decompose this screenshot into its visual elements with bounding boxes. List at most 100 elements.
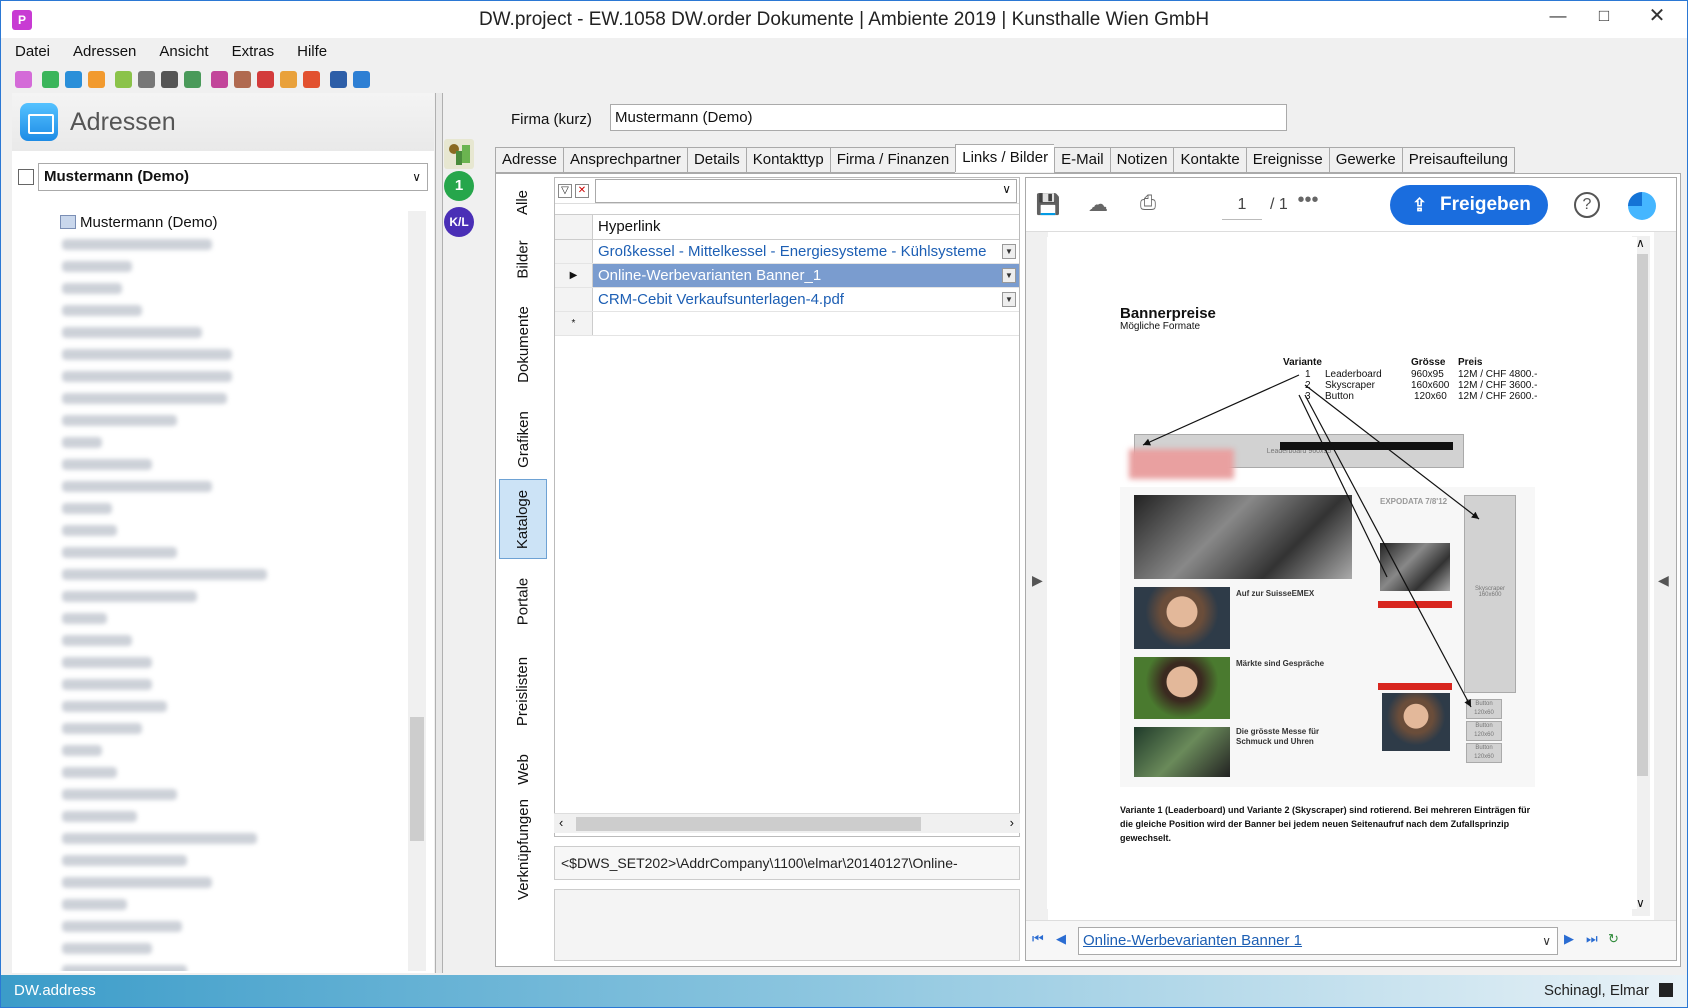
first-file-icon[interactable]: ⏮ <box>1032 931 1044 947</box>
tab-ereignisse[interactable]: Ereignisse <box>1245 147 1329 173</box>
printer-tool-icon[interactable] <box>138 70 155 88</box>
tree-item[interactable] <box>42 343 422 365</box>
scroll-right-icon[interactable]: › <box>1010 815 1014 830</box>
task-tool-icon[interactable] <box>303 70 320 88</box>
hyperlink-cell[interactable]: Online-Werbevarianten Banner_1 <box>598 267 821 284</box>
filter-icon[interactable]: ▽ <box>558 183 572 198</box>
table-row[interactable]: Großkessel - Mittelkessel - Energiesyste… <box>555 240 1019 264</box>
tree-item[interactable] <box>42 673 422 695</box>
panel-splitter[interactable] <box>435 93 443 973</box>
adobe-cloud-icon[interactable] <box>1628 192 1656 220</box>
tab-details[interactable]: Details <box>686 147 746 173</box>
tree-scrollbar[interactable] <box>408 211 426 971</box>
tree-item[interactable] <box>42 409 422 431</box>
tree-item[interactable] <box>42 937 422 959</box>
scroll-left-icon[interactable]: ‹ <box>559 815 563 830</box>
tree-item[interactable] <box>42 739 422 761</box>
new-row[interactable]: * <box>555 312 1019 336</box>
page-number-input[interactable]: 1 <box>1222 190 1262 220</box>
vtab-preislisten[interactable]: Preislisten <box>499 641 547 741</box>
tree-scrollbar-thumb[interactable] <box>410 717 424 841</box>
minimize-button[interactable]: — <box>1535 1 1581 33</box>
next-file-icon[interactable]: ▶ <box>1564 931 1574 947</box>
tab-firma-finanzen[interactable]: Firma / Finanzen <box>829 147 956 173</box>
tree-item[interactable] <box>42 299 422 321</box>
tab-notizen[interactable]: Notizen <box>1109 147 1174 173</box>
left-pane-toggle[interactable]: ▶ <box>1026 232 1048 932</box>
notes-field[interactable] <box>554 889 1020 961</box>
menu-ansicht[interactable]: Ansicht <box>159 40 208 64</box>
tree-item[interactable] <box>42 915 422 937</box>
help-icon[interactable]: ? <box>1574 192 1600 218</box>
save-icon[interactable]: 💾 <box>1034 192 1062 218</box>
tree-item[interactable] <box>42 321 422 343</box>
vtab-portale[interactable]: Portale <box>499 565 547 637</box>
dropdown-icon[interactable]: ▼ <box>1002 244 1016 259</box>
contact-tool-icon[interactable] <box>211 70 228 88</box>
tree-root-item[interactable]: Mustermann (Demo) <box>42 211 422 233</box>
hyperlink-cell[interactable]: Großkessel - Mittelkessel - Energiesyste… <box>598 243 986 260</box>
user-tool-icon[interactable] <box>257 70 274 88</box>
select-checkbox[interactable] <box>18 169 34 185</box>
tree-item[interactable] <box>42 453 422 475</box>
table-row[interactable]: CRM-Cebit Verkaufsunterlagen-4.pdf ▼ <box>555 288 1019 312</box>
tree-item[interactable] <box>42 475 422 497</box>
tree-item[interactable] <box>42 717 422 739</box>
tree-item[interactable] <box>42 431 422 453</box>
menu-extras[interactable]: Extras <box>232 40 275 64</box>
close-button[interactable]: ✕ <box>1627 1 1687 33</box>
upload-icon[interactable]: ☁ <box>1084 192 1112 218</box>
dropdown-icon[interactable]: ▼ <box>1002 292 1016 307</box>
tree-item[interactable] <box>42 563 422 585</box>
tree-item[interactable] <box>42 519 422 541</box>
address-tool-icon[interactable] <box>42 70 59 88</box>
vtab-dokumente[interactable]: Dokumente <box>499 289 547 399</box>
tab-kontakttyp[interactable]: Kontakttyp <box>745 147 830 173</box>
tab-adresse[interactable]: Adresse <box>495 147 564 173</box>
tree-item[interactable] <box>42 541 422 563</box>
tree-item[interactable] <box>42 651 422 673</box>
tree-item[interactable] <box>42 497 422 519</box>
project-tool-icon[interactable] <box>15 70 32 88</box>
tree-item[interactable] <box>42 695 422 717</box>
filter-dropdown[interactable]: ∨ <box>595 178 1017 203</box>
tree-item[interactable] <box>42 255 422 277</box>
mail-tool-icon[interactable] <box>65 70 82 88</box>
firma-field[interactable]: Mustermann (Demo) <box>610 104 1287 131</box>
tree-item[interactable] <box>42 783 422 805</box>
right-pane-toggle[interactable]: ◀ <box>1654 232 1676 932</box>
menu-hilfe[interactable]: Hilfe <box>297 40 327 64</box>
file-dropdown[interactable]: Online-Werbevarianten Banner 1 ∨ <box>1078 927 1558 955</box>
link-tool-icon[interactable] <box>330 70 347 88</box>
more-options-icon[interactable]: ••• <box>1294 189 1322 215</box>
clear-filter-icon[interactable]: ✕ <box>575 183 589 198</box>
table-row[interactable]: ▶ Online-Werbevarianten Banner_1 ▼ <box>555 264 1019 288</box>
chart-tool-icon[interactable] <box>353 70 370 88</box>
share-button[interactable]: Freigeben <box>1390 185 1548 225</box>
scroll-up-icon[interactable]: ∧ <box>1636 236 1645 250</box>
tab-kontakte[interactable]: Kontakte <box>1173 147 1246 173</box>
tree-item[interactable] <box>42 629 422 651</box>
print-icon[interactable]: ⎙ <box>1134 192 1162 218</box>
archive-tool-icon[interactable] <box>161 70 178 88</box>
tab-preisaufteilung[interactable]: Preisaufteilung <box>1401 147 1516 173</box>
file-path-field[interactable]: <$DWS_SET202>\AddrCompany\1100\elmar\201… <box>554 846 1020 880</box>
vtab-kataloge[interactable]: Kataloge <box>499 479 547 559</box>
tree-item[interactable] <box>42 761 422 783</box>
hyperlink-cell[interactable]: CRM-Cebit Verkaufsunterlagen-4.pdf <box>598 291 844 308</box>
key-icon[interactable] <box>444 139 474 169</box>
tree-item[interactable] <box>42 827 422 849</box>
number-one-icon[interactable]: 1 <box>444 171 474 201</box>
export-tool-icon[interactable] <box>184 70 201 88</box>
tree-item[interactable] <box>42 893 422 915</box>
tree-item[interactable] <box>42 387 422 409</box>
vtab-grafiken[interactable]: Grafiken <box>499 399 547 479</box>
menu-datei[interactable]: Datei <box>15 40 50 64</box>
group-tool-icon[interactable] <box>280 70 297 88</box>
tab-links-bilder[interactable]: Links / Bilder <box>955 144 1055 172</box>
tree-item[interactable] <box>42 849 422 871</box>
tree-item[interactable] <box>42 805 422 827</box>
grid-horizontal-scrollbar[interactable]: ‹ › <box>554 813 1020 833</box>
maximize-button[interactable]: □ <box>1581 1 1627 33</box>
tree-item[interactable] <box>42 365 422 387</box>
